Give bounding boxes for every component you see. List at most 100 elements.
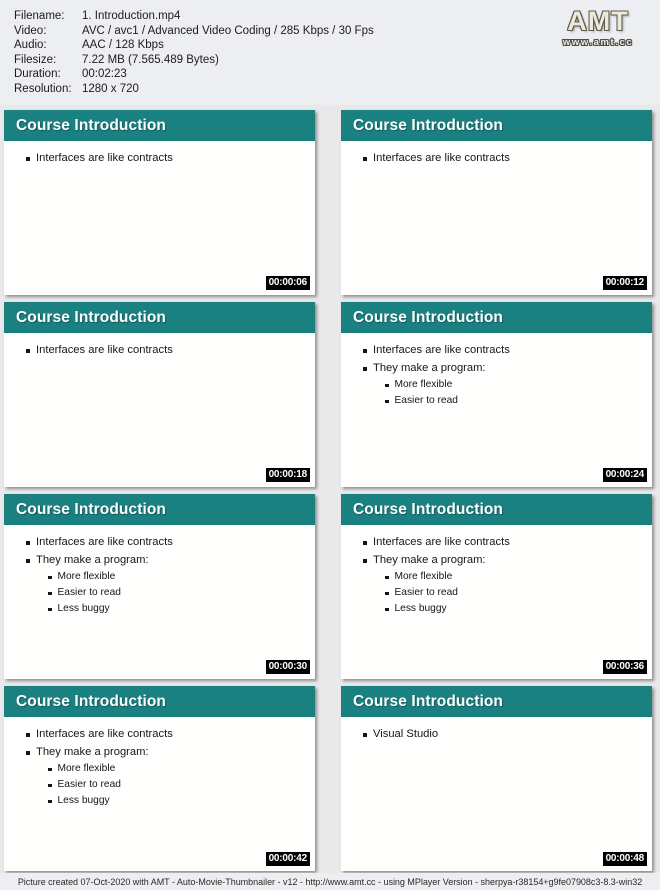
slide-bullet: They make a program: — [16, 744, 305, 762]
slide-bullet-text: Easier to read — [394, 587, 458, 598]
metadata-value: AVC / avc1 / Advanced Video Coding / 285… — [82, 24, 374, 37]
slide-bullet: Visual Studio — [353, 726, 642, 744]
metadata-row: Resolution: 1280 x 720 — [14, 82, 660, 97]
slide-bullet: Less buggy — [16, 793, 305, 809]
slide-title-bar: Course Introduction — [4, 686, 315, 717]
slide-bullet-text: They make a program: — [373, 361, 486, 374]
slide-bullet: Less buggy — [353, 601, 642, 617]
slide-bullet: Interfaces are like contracts — [353, 342, 642, 360]
metadata-row: Filesize: 7.22 MB (7.565.489 Bytes) — [14, 53, 660, 68]
square-bullet-icon — [385, 607, 389, 611]
slide-bullet-text: Interfaces are like contracts — [373, 344, 510, 356]
video-thumbnail[interactable]: Course Introduction Interfaces are like c… — [4, 302, 315, 487]
slide-bullet-text: Interfaces are like contracts — [36, 728, 173, 740]
slide-bullet-text: More flexible — [394, 571, 453, 582]
metadata-label: Audio: — [14, 39, 47, 52]
slide-title: Course Introduction — [16, 500, 167, 518]
square-bullet-icon — [48, 591, 52, 595]
slide-bullet: Less buggy — [16, 601, 305, 617]
slide-title: Course Introduction — [353, 308, 504, 326]
video-thumbnail[interactable]: Course Introduction Interfaces are like c… — [4, 686, 315, 871]
slide-bullet-text: More flexible — [394, 379, 453, 390]
slide-bullet-text: More flexible — [57, 763, 116, 774]
slide-bullet: More flexible — [16, 569, 305, 585]
slide-title: Course Introduction — [353, 500, 504, 518]
slide-bullet-text: Interfaces are like contracts — [36, 344, 173, 356]
square-bullet-icon — [363, 366, 367, 371]
slide-bullet-text: Easier to read — [394, 395, 458, 406]
slide-title-bar: Course Introduction — [4, 110, 315, 141]
square-bullet-icon — [385, 399, 389, 403]
slide-bullet: More flexible — [16, 761, 305, 777]
slide-bullet-text: They make a program: — [36, 745, 149, 758]
amt-logo-url: www.amt.cc — [562, 37, 634, 48]
square-bullet-icon — [363, 349, 367, 353]
slide-bullet: Interfaces are like contracts — [16, 726, 305, 744]
slide-bullet-text: Less buggy — [57, 603, 110, 614]
square-bullet-icon — [48, 799, 52, 803]
timestamp-badge: 00:00:42 — [264, 851, 311, 867]
slide-bullet-text: Interfaces are like contracts — [36, 536, 173, 548]
slide-body: Interfaces are like contracts They make a… — [4, 525, 315, 679]
slide-title-bar: Course Introduction — [341, 686, 652, 717]
timestamp-badge: 00:00:30 — [264, 659, 311, 675]
timestamp-badge: 00:00:48 — [601, 851, 648, 867]
square-bullet-icon — [48, 575, 52, 579]
slide-title-bar: Course Introduction — [341, 302, 652, 333]
square-bullet-icon — [385, 591, 389, 595]
slide-body: Interfaces are like contracts — [341, 141, 652, 295]
slide-title-bar: Course Introduction — [4, 302, 315, 333]
slide-bullet: Interfaces are like contracts — [353, 150, 642, 168]
metadata-label: Video: — [14, 24, 47, 37]
metadata-value: 7.22 MB (7.565.489 Bytes) — [82, 53, 219, 66]
slide-bullet: Easier to read — [353, 393, 642, 409]
metadata-row: Duration: 00:02:23 — [14, 67, 660, 82]
slide-body: Interfaces are like contracts — [4, 333, 315, 487]
slide-title-bar: Course Introduction — [341, 494, 652, 525]
square-bullet-icon — [363, 733, 367, 737]
video-thumbnail[interactable]: Course Introduction Interfaces are like c… — [4, 110, 315, 295]
square-bullet-icon — [385, 383, 389, 387]
slide-bullet-text: They make a program: — [373, 553, 486, 566]
video-thumbnail[interactable]: Course Introduction Interfaces are like c… — [341, 494, 652, 679]
thumbnail-grid: Course Introduction Interfaces are like c… — [0, 110, 660, 871]
slide-bullet: Interfaces are like contracts — [353, 534, 642, 552]
metadata-label: Filename: — [14, 10, 65, 22]
slide-body: Interfaces are like contracts — [4, 141, 315, 295]
slide-bullet-text: Interfaces are like contracts — [36, 152, 173, 164]
timestamp-badge: 00:00:18 — [264, 467, 311, 483]
slide-title: Course Introduction — [353, 116, 504, 134]
square-bullet-icon — [363, 157, 367, 161]
slide-body: Interfaces are like contracts They make a… — [341, 525, 652, 679]
slide-body: Interfaces are like contracts They make a… — [4, 717, 315, 871]
square-bullet-icon — [363, 541, 367, 545]
metadata-label: Filesize: — [14, 53, 57, 66]
slide-title: Course Introduction — [16, 308, 167, 326]
square-bullet-icon — [26, 349, 30, 353]
video-thumbnail[interactable]: Course Introduction Interfaces are like c… — [341, 110, 652, 295]
video-thumbnail[interactable]: Course Introduction Visual Studio 00:00:48 — [341, 686, 652, 871]
slide-bullet: Easier to read — [353, 585, 642, 601]
video-thumbnail[interactable]: Course Introduction Interfaces are like c… — [341, 302, 652, 487]
slide-bullet-text: More flexible — [57, 571, 116, 582]
slide-bullet: They make a program: — [16, 552, 305, 570]
slide-title: Course Introduction — [16, 116, 167, 134]
square-bullet-icon — [26, 733, 30, 737]
slide-bullet-text: Interfaces are like contracts — [373, 152, 510, 164]
metadata-label: Duration: — [14, 68, 61, 81]
file-info-header: Filename: 1. Introduction.mp4 Video: AVC / … — [0, 0, 660, 105]
slide-bullet-text: They make a program: — [36, 553, 149, 566]
slide-bullet: Interfaces are like contracts — [16, 342, 305, 360]
slide-bullet-text: Easier to read — [57, 587, 121, 598]
metadata-value: 1280 x 720 — [82, 82, 139, 95]
square-bullet-icon — [48, 783, 52, 787]
video-thumbnail[interactable]: Course Introduction Interfaces are like c… — [4, 494, 315, 679]
timestamp-badge: 00:00:36 — [601, 659, 648, 675]
slide-bullet: Easier to read — [16, 585, 305, 601]
slide-bullet-text: Easier to read — [57, 779, 121, 790]
timestamp-badge: 00:00:12 — [601, 275, 648, 291]
slide-title-bar: Course Introduction — [4, 494, 315, 525]
metadata-label: Resolution: — [14, 82, 72, 95]
square-bullet-icon — [385, 575, 389, 579]
slide-bullet-text: Visual Studio — [373, 728, 439, 740]
